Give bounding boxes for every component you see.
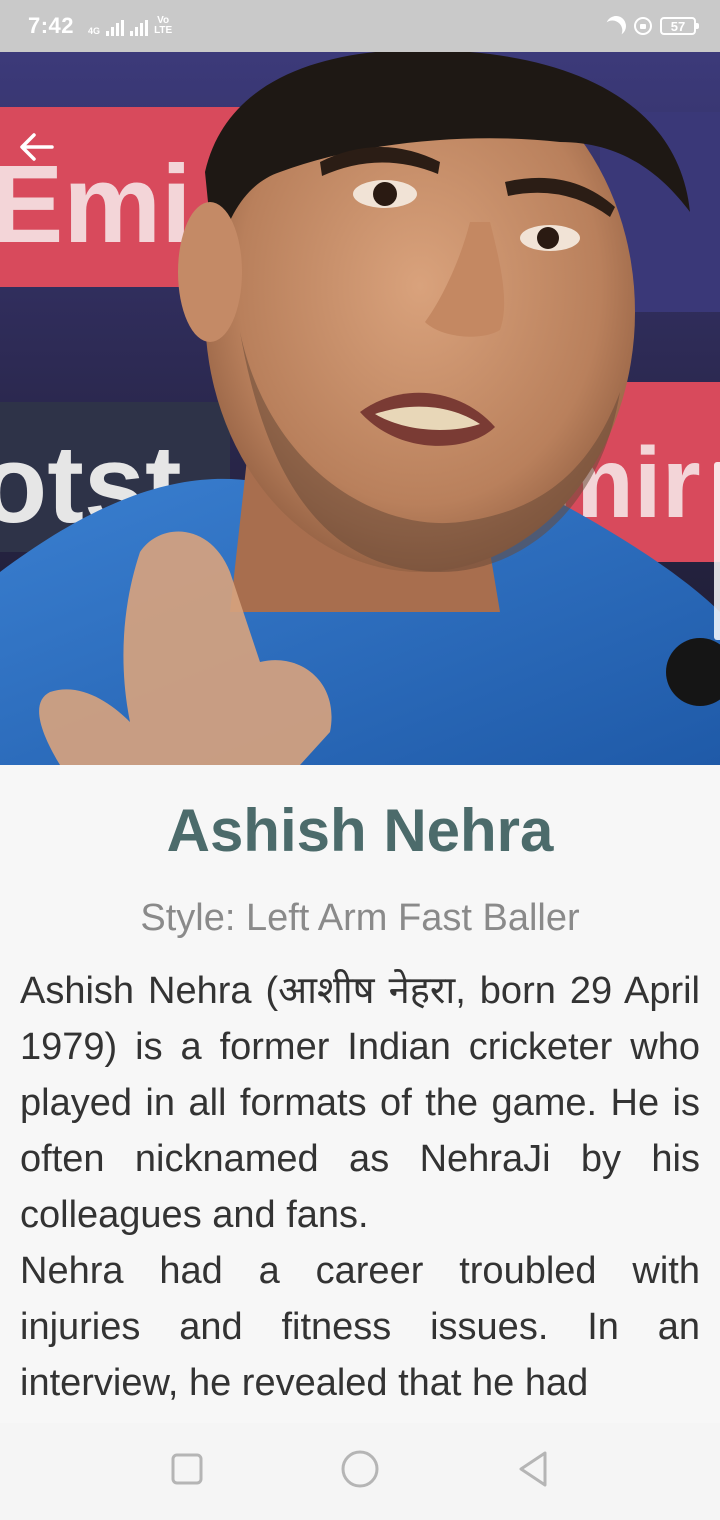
navigation-bar	[0, 1423, 720, 1520]
player-detail-content: Ashish Nehra Style: Left Arm Fast Baller…	[0, 765, 720, 1423]
volte-icon: Vo LTE	[154, 16, 172, 36]
status-right: 57	[603, 13, 699, 39]
hero-image: Emi otst mir	[0, 52, 720, 765]
volte-line2: LTE	[154, 25, 173, 36]
bio-paragraph-2: Nehra had a career troubled with injurie…	[20, 1250, 700, 1404]
nav-back-button[interactable]	[503, 1442, 563, 1502]
signal-bars-icon-2	[130, 20, 149, 36]
home-button[interactable]	[330, 1442, 390, 1502]
square-icon	[170, 1452, 204, 1491]
player-style: Style: Left Arm Fast Baller	[140, 897, 580, 939]
player-photo: Emi otst mir	[0, 52, 720, 765]
battery-icon: 57	[660, 17, 699, 35]
player-bio: Ashish Nehra (आशीष नेहरा, born 29 April …	[20, 963, 700, 1411]
circle-icon	[340, 1449, 380, 1494]
bio-paragraph-1: Ashish Nehra (आशीष नेहरा, born 29 April …	[20, 970, 700, 1236]
signal-bars-icon	[106, 20, 125, 36]
battery-level: 57	[670, 18, 686, 34]
rotation-lock-icon	[634, 17, 652, 35]
player-name: Ashish Nehra	[166, 797, 554, 864]
signal-indicators: 4G Vo LTE	[88, 16, 172, 36]
recent-apps-button[interactable]	[157, 1442, 217, 1502]
status-bar: 7:42 4G Vo LTE 57	[0, 0, 720, 52]
status-time: 7:42	[28, 13, 75, 38]
scroll-indicator[interactable]	[714, 462, 720, 640]
network-type-label: 4G	[88, 26, 101, 36]
back-button[interactable]	[18, 132, 66, 180]
triangle-back-icon	[515, 1449, 551, 1494]
moon-icon	[603, 13, 629, 39]
